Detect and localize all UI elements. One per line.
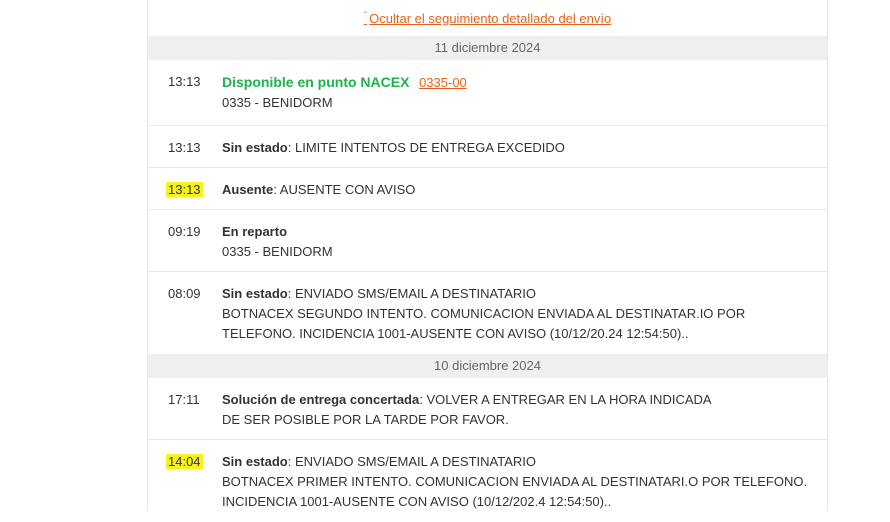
event-detail: BOTNACEX SEGUNDO INTENTO. COMUNICACION E… (222, 306, 746, 321)
event-detail: TELEFONO. INCIDENCIA 1001-AUSENTE CON AV… (222, 326, 689, 341)
tracking-event: 13:13 Ausente: AUSENTE CON AVISO (148, 168, 827, 210)
event-detail: 0335 - BENIDORM (222, 244, 333, 259)
event-detail: DE SER POSIBLE POR LA TARDE POR FAVOR. (222, 412, 509, 427)
event-time: 17:11 (168, 392, 200, 407)
event-status: Sin estado (222, 140, 288, 155)
event-time: 08:09 (168, 286, 201, 301)
event-text: : LIMITE INTENTOS DE ENTREGA EXCEDIDO (287, 140, 565, 155)
toggle-row: ˆ Ocultar el seguimiento detallado del en… (148, 0, 827, 36)
event-time: 13:13 (168, 74, 201, 89)
event-content: Sin estado: ENVIADO SMS/EMAIL A DESTINAT… (222, 284, 827, 344)
event-content: Sin estado: ENVIADO SMS/EMAIL A DESTINAT… (222, 452, 827, 512)
highlighted-time: 13:13 (166, 182, 203, 197)
event-content: Solución de entrega concertada: VOLVER A… (222, 390, 827, 429)
event-time: 14:04 (148, 452, 222, 512)
tracking-event: 14:04 Sin estado: ENVIADO SMS/EMAIL A DE… (148, 440, 827, 522)
event-content: Ausente: AUSENTE CON AVISO (222, 180, 827, 199)
event-status: Disponible en punto NACEX (222, 74, 410, 90)
tracking-event: 17:11 Solución de entrega concertada: VO… (148, 378, 827, 440)
event-detail: 0335 - BENIDORM (222, 95, 333, 110)
tracking-event: 09:19 En reparto 0335 - BENIDORM (148, 210, 827, 272)
event-content: Disponible en punto NACEX 0335-00 0335 -… (222, 72, 827, 115)
tracking-panel: ˆ Ocultar el seguimiento detallado del en… (147, 0, 828, 511)
event-content: Sin estado: LIMITE INTENTOS DE ENTREGA E… (222, 138, 827, 157)
event-detail: BOTNACEX PRIMER INTENTO. COMUNICACION EN… (222, 474, 808, 489)
hide-tracking-label: Ocultar el seguimiento detallado del env… (369, 10, 612, 26)
date-separator: 11 diciembre 2024 (148, 36, 827, 60)
event-status: Ausente (222, 182, 274, 197)
event-time: 13:13 (148, 180, 222, 199)
event-text: : ENVIADO SMS/EMAIL A DESTINATARIO (287, 454, 537, 469)
event-status: Solución de entrega concertada (222, 392, 420, 407)
highlighted-time: 14:04 (166, 454, 203, 469)
tracking-event: 13:13 Disponible en punto NACEX 0335-00 … (148, 60, 827, 126)
hide-tracking-link[interactable]: ˆ Ocultar el seguimiento detallado del en… (364, 11, 611, 26)
office-code-link[interactable]: 0335-00 (419, 75, 467, 90)
event-text: : ENVIADO SMS/EMAIL A DESTINATARIO (287, 286, 537, 301)
date-separator: 10 diciembre 2024 (148, 354, 827, 378)
tracking-event: 08:09 Sin estado: ENVIADO SMS/EMAIL A DE… (148, 272, 827, 354)
event-status: En reparto (222, 224, 288, 239)
tracking-event: 13:13 Sin estado: LIMITE INTENTOS DE ENT… (148, 126, 827, 168)
event-detail: INCIDENCIA 1001-AUSENTE CON AVISO (10/12… (222, 494, 612, 509)
event-time: 13:13 (168, 140, 201, 155)
chevron-up-icon: ˆ (363, 10, 368, 22)
event-text: : AUSENTE CON AVISO (273, 182, 416, 197)
event-status: Sin estado (222, 286, 288, 301)
event-time: 09:19 (168, 224, 201, 239)
event-text: : VOLVER A ENTREGAR EN LA HORA INDICADA (419, 392, 712, 407)
event-content: En reparto 0335 - BENIDORM (222, 222, 827, 261)
event-status: Sin estado (222, 454, 288, 469)
